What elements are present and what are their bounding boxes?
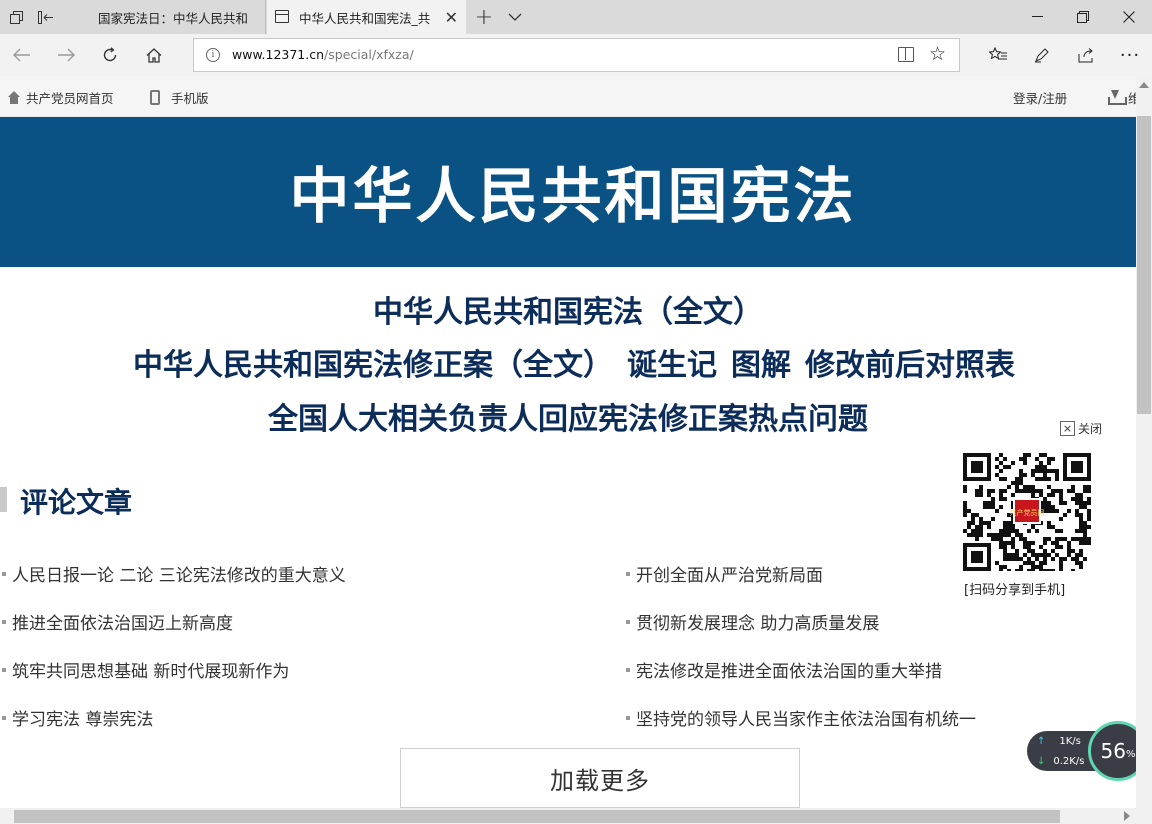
gauge-percent-unit: % [1125,748,1136,760]
article-link[interactable]: 坚持党的领导人民当家作主依法治国有机统一 [626,705,976,730]
mobile-version-link[interactable]: 手机版 [150,88,209,107]
upload-speed: 1K/s [1037,736,1081,747]
scroll-up-arrow-icon[interactable] [1139,82,1149,88]
tab-constitution-day[interactable]: 国家宪法日：中华人民共和 [66,0,266,34]
vertical-scrollbar[interactable] [1136,76,1152,808]
banner-title: 中华人民共和国宪法 [289,161,857,232]
section-marker [0,487,7,512]
tab-title: 国家宪法日：中华人民共和 [98,10,249,26]
article-link[interactable]: 推进全面依法治国迈上新高度 [2,609,233,634]
browser-tab-bar: 国家宪法日：中华人民共和 中华人民共和国宪法_共 ✕ + [0,0,1152,34]
site-home-link[interactable]: 共产党员网首页 [7,88,114,107]
reading-view-icon[interactable] [898,47,914,62]
favorite-star-icon[interactable]: ☆ [929,43,946,65]
qr-close-label: 关闭 [1078,422,1103,436]
tab-constitution-active[interactable]: 中华人民共和国宪法_共 ✕ [267,0,466,34]
tab-preview-icon[interactable] [2,0,30,34]
amendment-full-text-link[interactable]: 中华人民共和国宪法修正案（全文） [133,348,613,383]
headline-link[interactable]: 全国人大相关负责人回应宪法修正案热点问题 [268,402,868,437]
close-icon: × [1060,421,1075,436]
horizontal-scrollbar[interactable] [0,808,1136,824]
share-icon[interactable] [1066,38,1106,72]
url-path: /special/xfxza/ [324,47,414,62]
article-link[interactable]: 学习宪法 尊崇宪法 [1,705,153,730]
forward-arrow-icon[interactable] [48,38,84,72]
site-top-strip: 共产党员网首页 手机版 登录/注册 维 [0,76,1152,117]
tab-title: 中华人民共和国宪法_共 [299,10,431,26]
house-icon [7,90,21,105]
qr-close-button[interactable]: × 关闭 [1060,420,1102,437]
login-register-label: 登录/注册 [1013,91,1068,106]
qr-code-image: 共产党员网 [963,453,1091,571]
restore-icon[interactable] [1060,0,1106,34]
article-link[interactable]: 贯彻新发展理念 助力高质量发展 [625,609,879,634]
infographic-link[interactable]: 图解 [731,348,791,383]
web-note-pen-icon[interactable] [1022,38,1062,72]
scrollbar-corner [1136,808,1152,824]
article-link[interactable]: 开创全面从严治党新局面 [626,561,823,586]
home-icon[interactable] [136,38,172,72]
comparison-table-link[interactable]: 修改前后对照表 [805,348,1015,383]
article-link[interactable]: 人民日报一论 二论 三论宪法修改的重大意义 [2,561,346,586]
phone-icon [150,90,160,105]
minimize-icon[interactable] [1014,0,1060,34]
mobile-version-label: 手机版 [171,91,209,106]
article-link[interactable]: 宪法修改是推进全面依法治国的重大举措 [626,657,942,682]
site-home-label: 共产党员网首页 [26,91,114,106]
scroll-right-arrow-icon[interactable] [1124,811,1130,821]
download-speed: 0.2K/s [1037,756,1084,767]
favorites-list-icon[interactable] [978,38,1018,72]
new-tab-icon[interactable]: + [470,0,498,34]
headline-constitution-full-text[interactable]: 中华人民共和国宪法（全文） [0,287,1136,331]
section-title: 评论文章 [20,486,133,519]
close-window-icon[interactable] [1106,0,1152,34]
birth-story-link[interactable]: 诞生记 [627,348,717,383]
headline-link[interactable]: 中华人民共和国宪法（全文） [373,295,763,330]
page-viewport: 中华人民共和国宪法 中华人民共和国宪法（全文） 中华人民共和国宪法修正案（全文）… [0,117,1136,808]
page-favicon-icon [275,10,289,23]
gauge-percent: 56 [1100,739,1126,763]
download-icon [1108,90,1127,105]
qr-logo-text: 共产党员网 [1010,508,1045,517]
url-host: www.12371.cn [232,47,325,62]
back-arrow-icon[interactable] [4,38,40,72]
article-link[interactable]: 筑牢共同思想基础 新时代展现新作为 [1,657,289,682]
tab-close-icon[interactable]: ✕ [445,8,458,27]
headline-amendment-row: 中华人民共和国宪法修正案（全文） 诞生记 图解 修改前后对照表 [0,340,1136,384]
qr-caption: [扫码分享到手机] [964,583,1066,598]
vertical-scroll-thumb[interactable] [1137,116,1151,414]
login-register-link[interactable]: 登录/注册 [1013,88,1067,107]
page-banner: 中华人民共和国宪法 [0,117,1136,267]
tab-list-chevron-down-icon[interactable] [501,0,529,34]
url-text[interactable]: www.12371.cn/special/xfxza/ [232,47,414,62]
horizontal-scroll-thumb[interactable] [14,810,1060,823]
refresh-icon[interactable] [92,38,128,72]
set-tabs-aside-icon[interactable] [32,0,60,34]
more-menu-icon[interactable]: ··· [1110,38,1150,72]
headline-npc-response[interactable]: 全国人大相关负责人回应宪法修正案热点问题 [0,394,1136,438]
site-info-icon[interactable]: i [206,48,220,62]
address-bar[interactable]: i www.12371.cn/special/xfxza/ ☆ [193,38,960,72]
browser-toolbar: i www.12371.cn/special/xfxza/ ☆ ··· [0,34,1152,76]
load-more-button[interactable]: 加载更多 [400,748,800,808]
